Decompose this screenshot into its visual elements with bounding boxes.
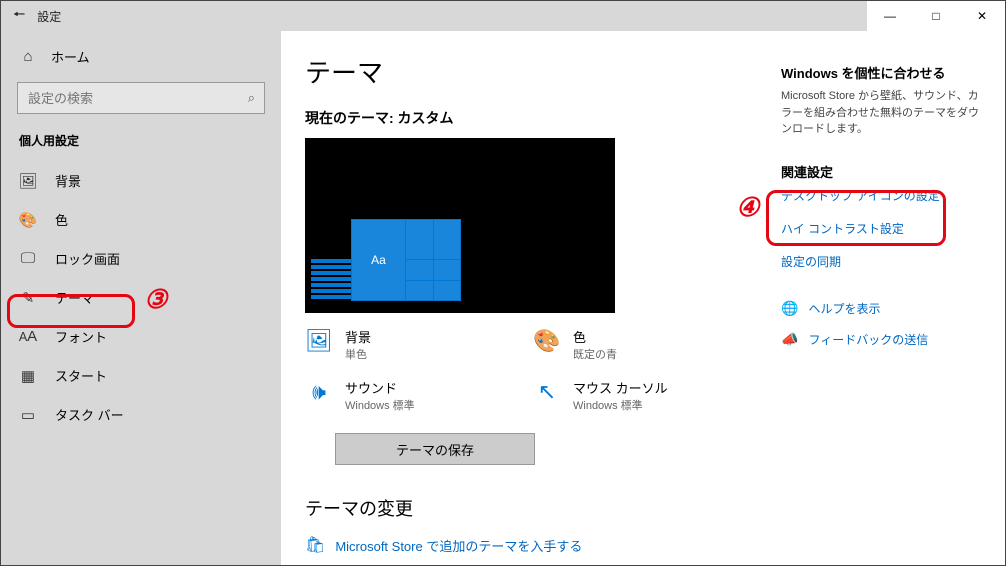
setting-label: 背景 <box>345 327 371 346</box>
close-button[interactable]: ✕ <box>959 1 1005 31</box>
setting-label: マウス カーソル <box>573 378 668 397</box>
theme-preview[interactable]: Aa <box>305 138 615 313</box>
setting-cursor[interactable]: ↖ マウス カーソル Windows 標準 <box>533 378 741 413</box>
help-icon: 🌐 <box>781 300 798 317</box>
setting-label: 色 <box>573 327 617 346</box>
main: テーマ 現在のテーマ: カスタム Aa 🖼 <box>281 31 1005 565</box>
cursor-icon: ↖ <box>533 378 561 406</box>
lock-screen-icon: 🖵 <box>19 250 37 268</box>
desktop-icons-link[interactable]: デスクトップ アイコンの設定 <box>781 187 981 204</box>
feedback-label: フィードバックの送信 <box>808 331 928 348</box>
start-icon: ▦ <box>19 367 37 385</box>
search-icon: ⌕ <box>248 90 255 106</box>
home-icon: ⌂ <box>19 48 37 66</box>
home-label: ホーム <box>51 47 90 66</box>
settings-window: 🠔 設定 — □ ✕ ⌂ ホーム ⌕ 個人用設定 🖼 背景 <box>0 0 1006 566</box>
titlebar: 🠔 設定 — □ ✕ <box>1 1 1005 31</box>
store-icon: 🛍 <box>305 535 325 555</box>
sidebar-item-background[interactable]: 🖼 背景 <box>1 161 281 200</box>
sidebar-item-label: フォント <box>55 327 107 346</box>
maximize-button[interactable]: □ <box>913 1 959 31</box>
feedback-icon: 📣 <box>781 331 798 348</box>
home-button[interactable]: ⌂ ホーム <box>1 39 281 74</box>
setting-value: 単色 <box>345 346 371 362</box>
annotation-number-3: ③ <box>144 284 167 315</box>
section-label: 個人用設定 <box>1 126 281 161</box>
sync-settings-link[interactable]: 設定の同期 <box>781 253 981 270</box>
sidebar-item-label: テーマ <box>55 288 94 307</box>
store-link-label: Microsoft Store で追加のテーマを入手する <box>335 536 582 555</box>
help-label: ヘルプを表示 <box>808 300 880 317</box>
current-theme-label: 現在のテーマ: カスタム <box>305 108 741 128</box>
sidebar-item-taskbar[interactable]: ▭ タスク バー <box>1 395 281 434</box>
page-title: テーマ <box>305 53 741 90</box>
theme-icon: ✎ <box>19 289 37 307</box>
palette-icon: 🎨 <box>533 327 561 355</box>
save-theme-button[interactable]: テーマの保存 <box>335 433 535 465</box>
sidebar-item-label: ロック画面 <box>55 249 120 268</box>
setting-label: サウンド <box>345 378 415 397</box>
high-contrast-link[interactable]: ハイ コントラスト設定 <box>781 220 981 237</box>
setting-color[interactable]: 🎨 色 既定の青 <box>533 327 741 362</box>
preview-tile-text: Aa <box>352 220 405 300</box>
image-icon: 🖼 <box>305 327 333 355</box>
setting-value: Windows 標準 <box>345 397 415 413</box>
side-panel: Windows を個性に合わせる Microsoft Store から壁紙、サウ… <box>781 53 981 565</box>
sidebar-item-lockscreen[interactable]: 🖵 ロック画面 <box>1 239 281 278</box>
store-link[interactable]: 🛍 Microsoft Store で追加のテーマを入手する <box>305 535 741 555</box>
image-icon: 🖼 <box>19 172 37 190</box>
annotation-number-4: ④ <box>736 192 759 223</box>
back-button[interactable]: 🠔 <box>13 4 25 28</box>
search-input[interactable] <box>17 82 265 114</box>
font-icon: AA <box>19 328 37 346</box>
sidebar-item-label: タスク バー <box>55 405 124 424</box>
help-link[interactable]: 🌐 ヘルプを表示 <box>781 300 981 317</box>
sidebar-item-theme[interactable]: ✎ テーマ <box>1 278 281 317</box>
change-theme-heading: テーマの変更 <box>305 495 741 521</box>
setting-sound[interactable]: 🕪 サウンド Windows 標準 <box>305 378 513 413</box>
sidebar-item-label: 色 <box>55 210 68 229</box>
setting-value: 既定の青 <box>573 346 617 362</box>
personalize-heading: Windows を個性に合わせる <box>781 63 981 82</box>
taskbar-icon: ▭ <box>19 406 37 424</box>
minimize-button[interactable]: — <box>867 1 913 31</box>
setting-value: Windows 標準 <box>573 397 668 413</box>
sidebar-item-label: 背景 <box>55 171 81 190</box>
sound-icon: 🕪 <box>305 378 333 406</box>
sidebar-item-color[interactable]: 🎨 色 <box>1 200 281 239</box>
sidebar: ⌂ ホーム ⌕ 個人用設定 🖼 背景 🎨 色 🖵 ロック画面 <box>1 31 281 565</box>
related-heading: 関連設定 <box>781 162 981 181</box>
window-controls: — □ ✕ <box>867 1 1005 31</box>
setting-background[interactable]: 🖼 背景 単色 <box>305 327 513 362</box>
palette-icon: 🎨 <box>19 211 37 229</box>
sidebar-item-start[interactable]: ▦ スタート <box>1 356 281 395</box>
personalize-text: Microsoft Store から壁紙、サウンド、カラーを組み合わせた無料のテ… <box>781 88 981 138</box>
window-title: 設定 <box>37 8 61 25</box>
sidebar-item-font[interactable]: AA フォント <box>1 317 281 356</box>
sidebar-item-label: スタート <box>55 366 107 385</box>
feedback-link[interactable]: 📣 フィードバックの送信 <box>781 331 981 348</box>
